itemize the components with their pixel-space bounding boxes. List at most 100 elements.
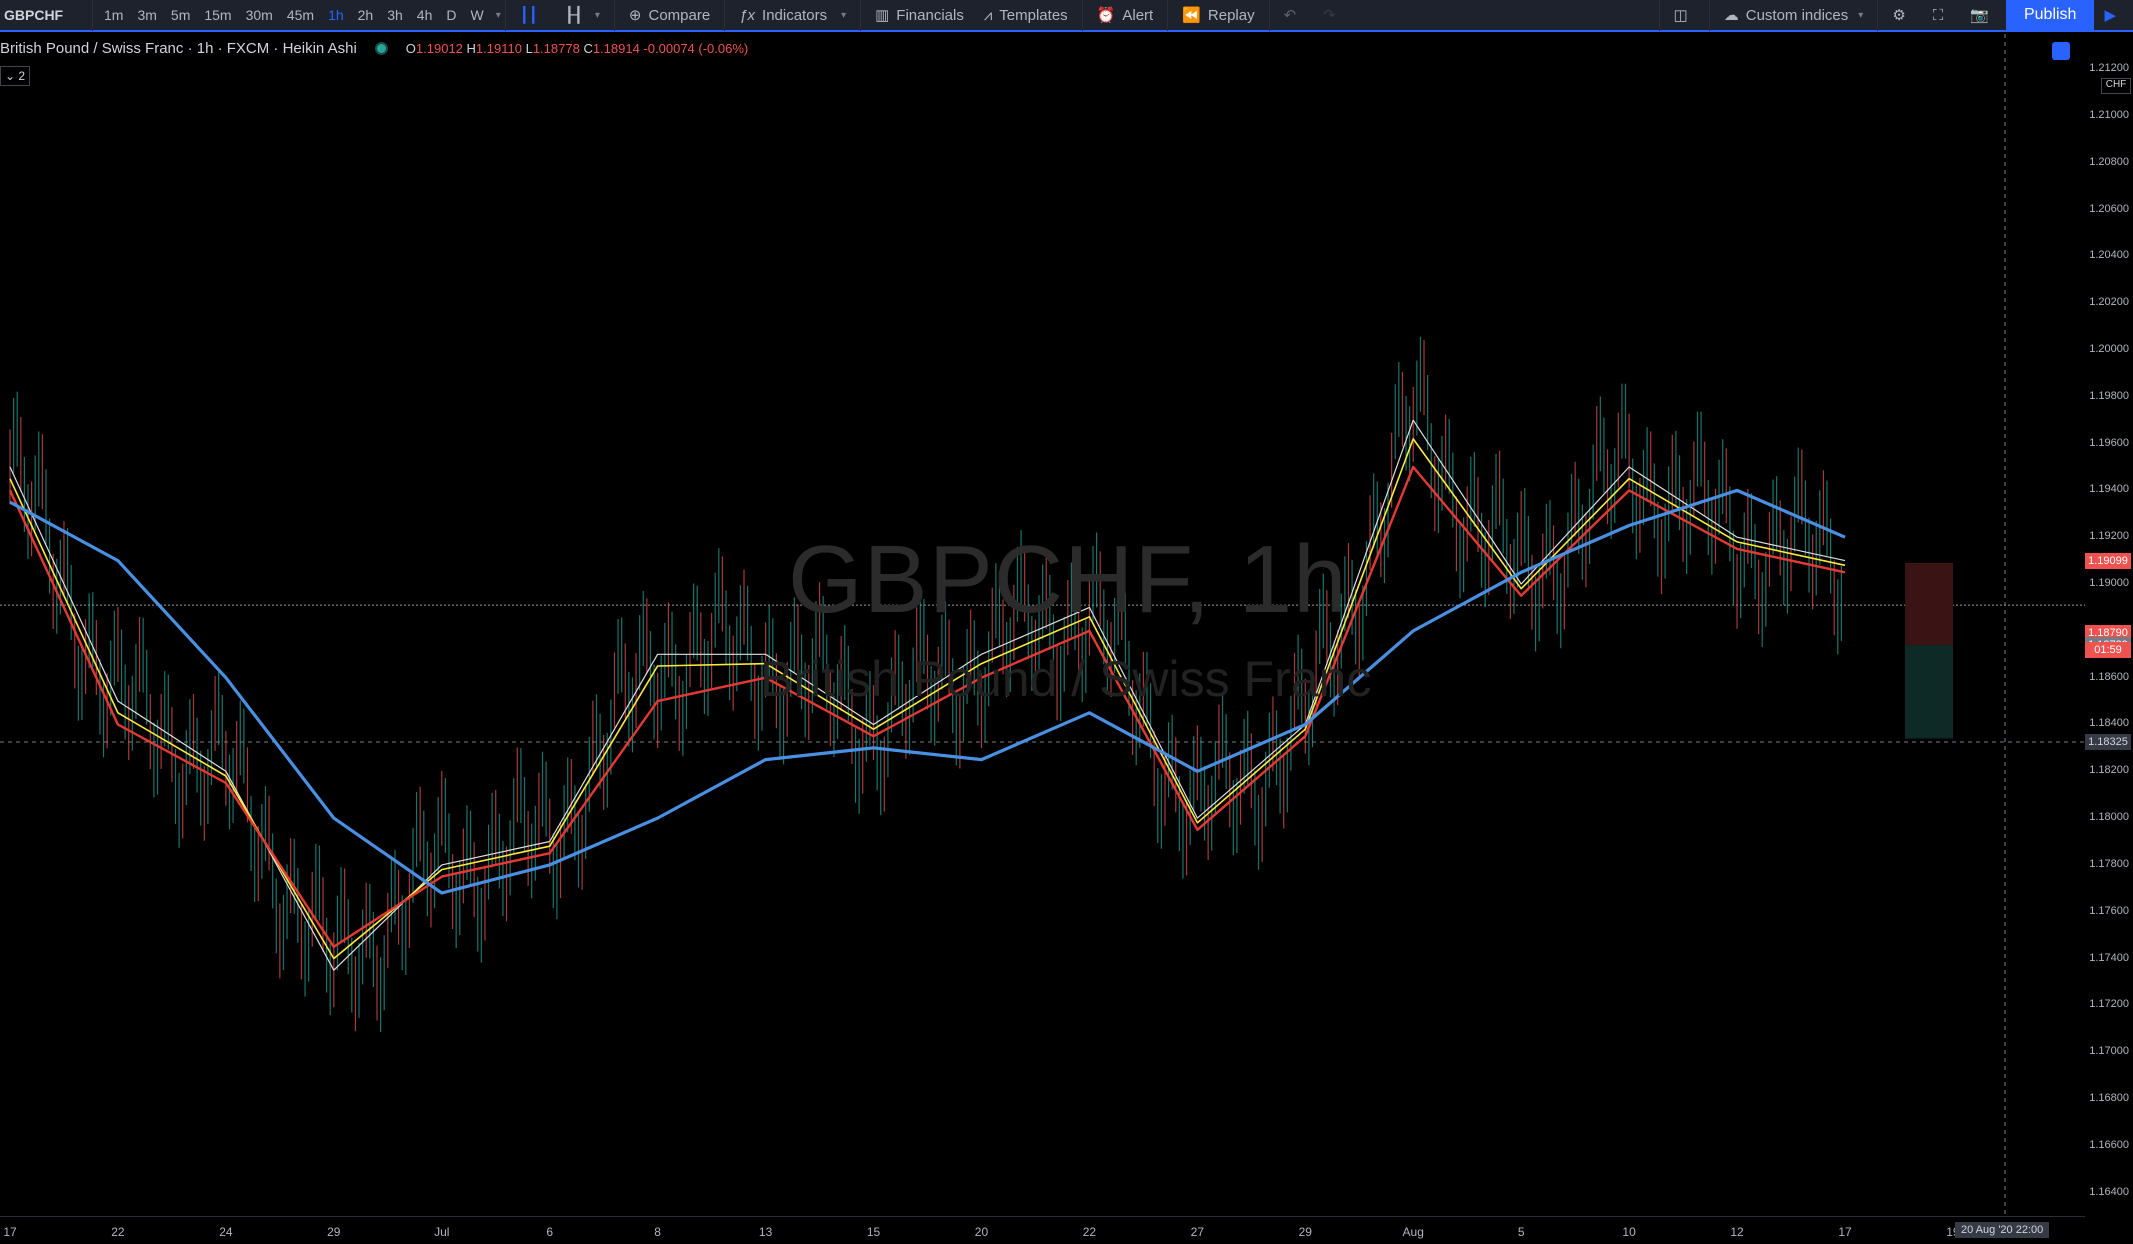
toolbar-divider xyxy=(1081,0,1083,31)
bar-style-button[interactable]: ┠┨ ▾ xyxy=(555,0,610,30)
snapshot-button[interactable]: 📷 xyxy=(1960,0,2006,30)
interval-1m[interactable]: 1m xyxy=(97,7,130,23)
low-label: L xyxy=(525,41,533,56)
ohlc-values: O1.19012 H1.19110 L1.18778 C1.18914 -0.0… xyxy=(406,41,748,56)
watermark-symbol: GBPCHF, 1h xyxy=(788,526,1348,633)
play-button[interactable]: ▶ xyxy=(2094,0,2133,30)
toolbar-divider xyxy=(1167,0,1169,31)
undo-button[interactable]: ↶ xyxy=(1274,0,1314,30)
interval-15m[interactable]: 15m xyxy=(197,7,238,23)
time-tick-label: 8 xyxy=(654,1225,661,1239)
templates-label: Templates xyxy=(999,6,1068,24)
interval-dropdown-icon[interactable]: ▾ xyxy=(496,10,501,21)
series-legend: British Pound / Swiss Franc · 1h · FXCM … xyxy=(0,40,748,57)
gear-icon: ⚙ xyxy=(1892,7,1906,24)
time-tick-label: 17 xyxy=(3,1225,17,1239)
price-tick-label: 1.20000 xyxy=(2089,342,2129,355)
interval-4h[interactable]: 4h xyxy=(410,7,440,23)
interval-1h[interactable]: 1h xyxy=(321,7,351,23)
interval-5m[interactable]: 5m xyxy=(164,7,197,23)
candles-icon: ┃┃ xyxy=(519,7,538,24)
interval-3h[interactable]: 3h xyxy=(380,7,410,23)
price-tick-label: 1.19800 xyxy=(2089,389,2129,402)
toolbar-divider xyxy=(860,0,862,31)
financials-button[interactable]: ▥ Financials xyxy=(865,0,974,30)
financials-label: Financials xyxy=(896,6,964,24)
indicators-button[interactable]: ƒx Indicators ▾ xyxy=(729,0,856,30)
price-tick-label: 1.20800 xyxy=(2089,155,2129,168)
market-status-dot[interactable] xyxy=(374,42,388,55)
fullscreen-button[interactable]: ⛶ xyxy=(1923,0,1961,30)
templates-button[interactable]: ⩘ Templates xyxy=(974,0,1078,30)
interval-3m[interactable]: 3m xyxy=(130,7,163,23)
high-value: 1.19110 xyxy=(475,41,522,56)
chevron-down-icon: ▾ xyxy=(1858,9,1864,21)
time-tick-label: 22 xyxy=(1082,1225,1097,1239)
price-axis[interactable]: CHF 1.21200 1.21000 1.20800 1.20600 1.20400 1… xyxy=(2085,34,2133,1216)
compare-button[interactable]: ⊕ Compare xyxy=(619,0,720,30)
collapse-indicators-button[interactable]: ⌄ 2 xyxy=(0,66,30,86)
chevron-down-icon: ▾ xyxy=(594,9,600,21)
layout-button[interactable]: ◫ xyxy=(1664,0,1705,30)
object-tree-icon[interactable] xyxy=(2052,42,2070,60)
time-tick-label: Jul xyxy=(434,1225,450,1239)
toolbar-divider xyxy=(613,0,615,31)
interval-30m[interactable]: 30m xyxy=(239,7,280,23)
time-tick-label: 15 xyxy=(866,1225,881,1239)
legend-title: British Pound / Swiss Franc · 1h · FXCM … xyxy=(0,40,357,57)
time-tick-label: 5 xyxy=(1517,1225,1525,1239)
crosshair-price-tag: 1.18325 xyxy=(2085,734,2131,751)
time-tick-label: 29 xyxy=(1298,1225,1312,1239)
price-tick-label: 1.16400 xyxy=(2089,1185,2129,1198)
publish-button[interactable]: Publish xyxy=(2005,0,2095,30)
time-tick-label: 13 xyxy=(758,1225,773,1239)
reward-box xyxy=(1905,645,1953,739)
interval-2h[interactable]: 2h xyxy=(351,7,381,23)
toolbar-divider xyxy=(92,0,93,31)
interval-45m[interactable]: 45m xyxy=(280,7,321,23)
redo-icon: ↷ xyxy=(1323,7,1336,24)
price-tick-label: 1.17600 xyxy=(2089,904,2129,917)
time-tick-label: 6 xyxy=(546,1225,554,1239)
fx-icon: ƒx xyxy=(739,6,756,24)
toolbar-divider xyxy=(1877,0,1879,31)
replay-label: Replay xyxy=(1207,6,1255,24)
replay-button[interactable]: ⏪ Replay xyxy=(1172,0,1264,30)
price-tick-label: 1.17400 xyxy=(2089,951,2129,964)
price-tick-label: 1.21000 xyxy=(2089,108,2129,121)
price-tick-label: 1.17200 xyxy=(2089,998,2129,1011)
time-tick-label: 10 xyxy=(1622,1225,1636,1239)
cloud-icon: ☁ xyxy=(1723,7,1739,24)
price-tick-label: 1.18200 xyxy=(2089,764,2129,777)
camera-icon: 📷 xyxy=(1970,7,1989,24)
custom-indices-button[interactable]: ☁ Custom indices ▾ xyxy=(1714,0,1874,30)
templates-icon: ⩘ xyxy=(983,6,993,24)
chart-style-button[interactable]: ┃┃ xyxy=(510,0,555,30)
price-tick-label: 1.18400 xyxy=(2089,717,2129,730)
layout-icon: ◫ xyxy=(1673,7,1688,24)
alert-button[interactable]: ⏰ Alert xyxy=(1087,0,1164,30)
open-value: 1.19012 xyxy=(415,41,463,56)
price-tick-label: 1.20600 xyxy=(2089,202,2129,215)
price-tick-label: 1.16600 xyxy=(2089,1138,2129,1151)
time-tick-label: 27 xyxy=(1190,1225,1205,1239)
interval-w[interactable]: W xyxy=(464,7,491,23)
toolbar-divider xyxy=(724,0,726,31)
bar-countdown: 01:59 xyxy=(2085,642,2131,659)
symbol-search[interactable]: GBPCHF xyxy=(0,7,88,23)
crosshair-time-label: 20 Aug '20 22:00 xyxy=(1955,1222,2050,1238)
price-tick-label: 1.19400 xyxy=(2089,483,2129,496)
rewind-icon: ⏪ xyxy=(1182,7,1201,24)
time-tick-label: 29 xyxy=(327,1225,341,1239)
time-tick-label: 17 xyxy=(1838,1225,1852,1239)
interval-d[interactable]: D xyxy=(439,7,463,23)
time-axis[interactable]: 17 22 24 29 Jul 6 8 13 15 20 22 27 29 Aug 5 10 12 17 19 xyxy=(0,1216,2085,1244)
price-tick-label: 1.19600 xyxy=(2089,436,2129,449)
redo-button[interactable]: ↷ xyxy=(1313,0,1353,30)
price-tick-label: 1.21200 xyxy=(2089,62,2129,75)
currency-badge[interactable]: CHF xyxy=(2101,78,2131,94)
toolbar-divider xyxy=(504,0,506,31)
price-tick-label: 1.17800 xyxy=(2089,857,2129,870)
custom-indices-label: Custom indices xyxy=(1745,6,1849,24)
settings-button[interactable]: ⚙ xyxy=(1882,0,1922,30)
